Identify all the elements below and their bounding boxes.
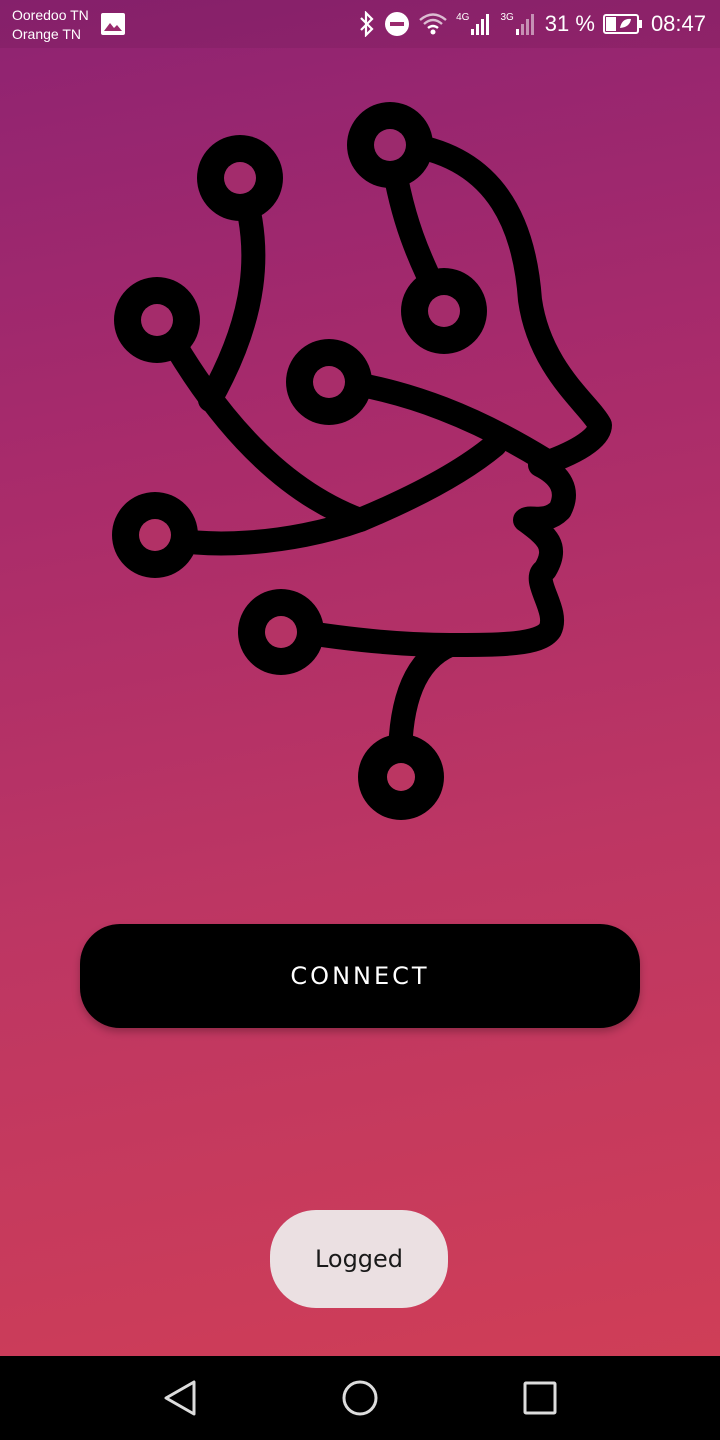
signal-icon [471,14,490,35]
network-type-2: 3G [500,12,514,23]
signal-icon [515,14,534,35]
carrier-2: Orange TN [12,26,81,42]
circuit-head-icon [112,102,612,820]
gallery-icon [101,13,125,35]
back-icon[interactable] [158,1376,202,1420]
signal-1: 4G [456,12,492,36]
network-type-1: 4G [456,12,470,23]
wifi-icon [419,13,447,35]
connect-button[interactable]: CONNECT [80,924,640,1028]
recents-icon[interactable] [518,1376,562,1420]
status-icons: 4G 3G 31 % 08:47 [358,8,706,40]
clock: 08:47 [650,11,706,36]
carrier-names: Ooredoo TN Orange TN [12,6,89,44]
battery-saver-icon [602,14,642,34]
home-icon[interactable] [338,1376,382,1420]
bluetooth-icon [360,11,374,37]
do-not-disturb-icon [385,12,410,36]
signal-2: 3G [500,12,536,36]
status-bar: Ooredoo TN Orange TN 4G 3G 31 % 08:47 [0,0,720,48]
carrier-1: Ooredoo TN [12,7,89,23]
toast-message: Logged [270,1210,448,1308]
navigation-bar [0,1356,720,1440]
battery-percent: 31 % [544,11,595,36]
